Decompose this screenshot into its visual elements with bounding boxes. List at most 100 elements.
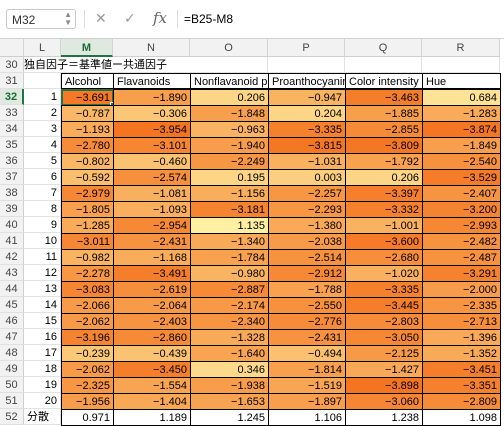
data-cell[interactable]: −1.792 <box>345 153 423 170</box>
data-cell[interactable]: −1.640 <box>190 345 269 362</box>
data-cell[interactable]: −1.352 <box>422 345 501 362</box>
sample-index-cell[interactable]: 14 <box>24 297 61 313</box>
data-cell[interactable]: −0.460 <box>113 153 191 170</box>
data-cell[interactable]: −0.592 <box>61 169 114 186</box>
sample-index-cell[interactable]: 20 <box>24 393 61 409</box>
data-cell[interactable]: −2.431 <box>113 233 191 250</box>
data-cell[interactable]: −2.062 <box>61 313 114 330</box>
data-cell[interactable]: −2.278 <box>61 265 114 282</box>
data-cell[interactable]: −3.196 <box>61 329 114 346</box>
variance-cell[interactable]: 1.189 <box>113 409 191 426</box>
data-cell[interactable]: 0.684 <box>422 89 501 106</box>
sample-index-cell[interactable]: 5 <box>24 153 61 169</box>
data-cell[interactable]: −1.168 <box>113 249 191 266</box>
data-cell[interactable]: −2.887 <box>190 281 269 298</box>
data-cell[interactable]: −1.283 <box>422 105 501 122</box>
data-cell[interactable]: −2.540 <box>422 153 501 170</box>
data-cell[interactable]: −2.482 <box>422 233 501 250</box>
data-cell[interactable]: −0.439 <box>113 345 191 362</box>
sample-index-cell[interactable]: 11 <box>24 249 61 265</box>
name-box-stepper-icon[interactable]: ▲ ▼ <box>64 11 72 27</box>
data-cell[interactable]: −2.038 <box>268 233 346 250</box>
data-cell[interactable]: 0.204 <box>268 105 346 122</box>
sample-index-cell[interactable]: 7 <box>24 185 61 201</box>
data-cell[interactable]: −2.803 <box>345 313 423 330</box>
sample-index-cell[interactable]: 1 <box>24 89 61 105</box>
data-cell[interactable]: −2.860 <box>113 329 191 346</box>
data-cell[interactable]: −3.101 <box>113 137 191 154</box>
data-cell[interactable]: −1.328 <box>190 329 269 346</box>
sample-index-cell[interactable]: 18 <box>24 361 61 377</box>
data-cell[interactable]: −1.156 <box>190 185 269 202</box>
data-cell[interactable]: −3.060 <box>345 393 423 410</box>
variance-cell[interactable]: 1.106 <box>268 409 346 426</box>
data-cell[interactable]: −1.031 <box>268 153 346 170</box>
column-header-l[interactable]: L <box>24 39 61 57</box>
data-cell[interactable]: −3.809 <box>345 137 423 154</box>
row-header[interactable]: 43 <box>0 265 24 281</box>
data-cell[interactable]: −2.403 <box>113 313 191 330</box>
data-cell[interactable]: −0.963 <box>190 121 269 138</box>
data-cell[interactable]: 1.135 <box>190 217 269 234</box>
sample-index-cell[interactable]: 15 <box>24 313 61 329</box>
column-header-q[interactable]: Q <box>345 39 422 57</box>
data-cell[interactable]: −1.938 <box>190 377 269 394</box>
empty-cell[interactable] <box>422 57 500 73</box>
row-header[interactable]: 40 <box>0 217 24 233</box>
column-label-cell[interactable]: Flavanoids <box>113 73 191 89</box>
cancel-icon[interactable]: ✕ <box>95 10 107 27</box>
row-header[interactable]: 45 <box>0 297 24 313</box>
name-box[interactable]: M32 ▲ ▼ <box>6 9 76 29</box>
row-header[interactable]: 50 <box>0 377 24 393</box>
row-header[interactable]: 46 <box>0 313 24 329</box>
row-header[interactable]: 39 <box>0 201 24 217</box>
empty-cell[interactable] <box>190 57 268 73</box>
row-header[interactable]: 41 <box>0 233 24 249</box>
data-cell[interactable]: −3.200 <box>422 201 501 218</box>
data-cell[interactable]: 0.346 <box>190 361 269 378</box>
data-cell[interactable]: 0.206 <box>190 89 269 106</box>
column-header-p[interactable]: P <box>268 39 345 57</box>
data-cell[interactable]: −2.293 <box>268 201 346 218</box>
row-header[interactable]: 47 <box>0 329 24 345</box>
row-header[interactable]: 52 <box>0 409 24 425</box>
data-cell[interactable]: −2.000 <box>422 281 501 298</box>
confirm-icon[interactable]: ✓ <box>124 10 136 27</box>
data-cell[interactable]: −2.174 <box>190 297 269 314</box>
data-cell[interactable]: −2.855 <box>345 121 423 138</box>
sample-index-cell[interactable]: 13 <box>24 281 61 297</box>
data-cell[interactable]: −0.494 <box>268 345 346 362</box>
sample-index-cell[interactable]: 16 <box>24 329 61 345</box>
variance-cell[interactable]: 1.098 <box>422 409 501 426</box>
row-header[interactable]: 35 <box>0 137 24 153</box>
data-cell[interactable]: −3.351 <box>422 377 501 394</box>
column-header-m[interactable]: M <box>61 39 113 57</box>
data-cell[interactable]: −2.680 <box>345 249 423 266</box>
sample-index-cell[interactable]: 19 <box>24 377 61 393</box>
data-cell[interactable]: −3.450 <box>113 361 191 378</box>
empty-cell[interactable] <box>268 57 345 73</box>
data-cell[interactable]: −1.396 <box>422 329 501 346</box>
row-header[interactable]: 49 <box>0 361 24 377</box>
data-cell[interactable]: −3.451 <box>422 361 501 378</box>
row-header[interactable]: 34 <box>0 121 24 137</box>
data-cell[interactable]: −2.619 <box>113 281 191 298</box>
data-cell[interactable]: −2.249 <box>190 153 269 170</box>
data-cell[interactable]: −2.912 <box>268 265 346 282</box>
row-header[interactable]: 38 <box>0 185 24 201</box>
column-label-cell[interactable]: Hue <box>422 73 501 89</box>
select-all-corner[interactable] <box>0 39 24 57</box>
data-cell[interactable]: −2.713 <box>422 313 501 330</box>
data-cell[interactable]: −1.805 <box>61 201 114 218</box>
sample-index-cell[interactable]: 9 <box>24 217 61 233</box>
data-cell[interactable]: −1.519 <box>268 377 346 394</box>
data-cell[interactable]: −0.787 <box>61 105 114 122</box>
column-label-cell[interactable]: Nonflavanoid p <box>190 73 269 89</box>
data-cell[interactable]: −1.001 <box>345 217 423 234</box>
data-cell[interactable]: −1.897 <box>268 393 346 410</box>
data-cell[interactable]: −2.514 <box>268 249 346 266</box>
data-cell[interactable]: −1.940 <box>190 137 269 154</box>
data-cell[interactable]: −3.083 <box>61 281 114 298</box>
sample-index-cell[interactable]: 8 <box>24 201 61 217</box>
data-cell[interactable]: −2.062 <box>61 361 114 378</box>
